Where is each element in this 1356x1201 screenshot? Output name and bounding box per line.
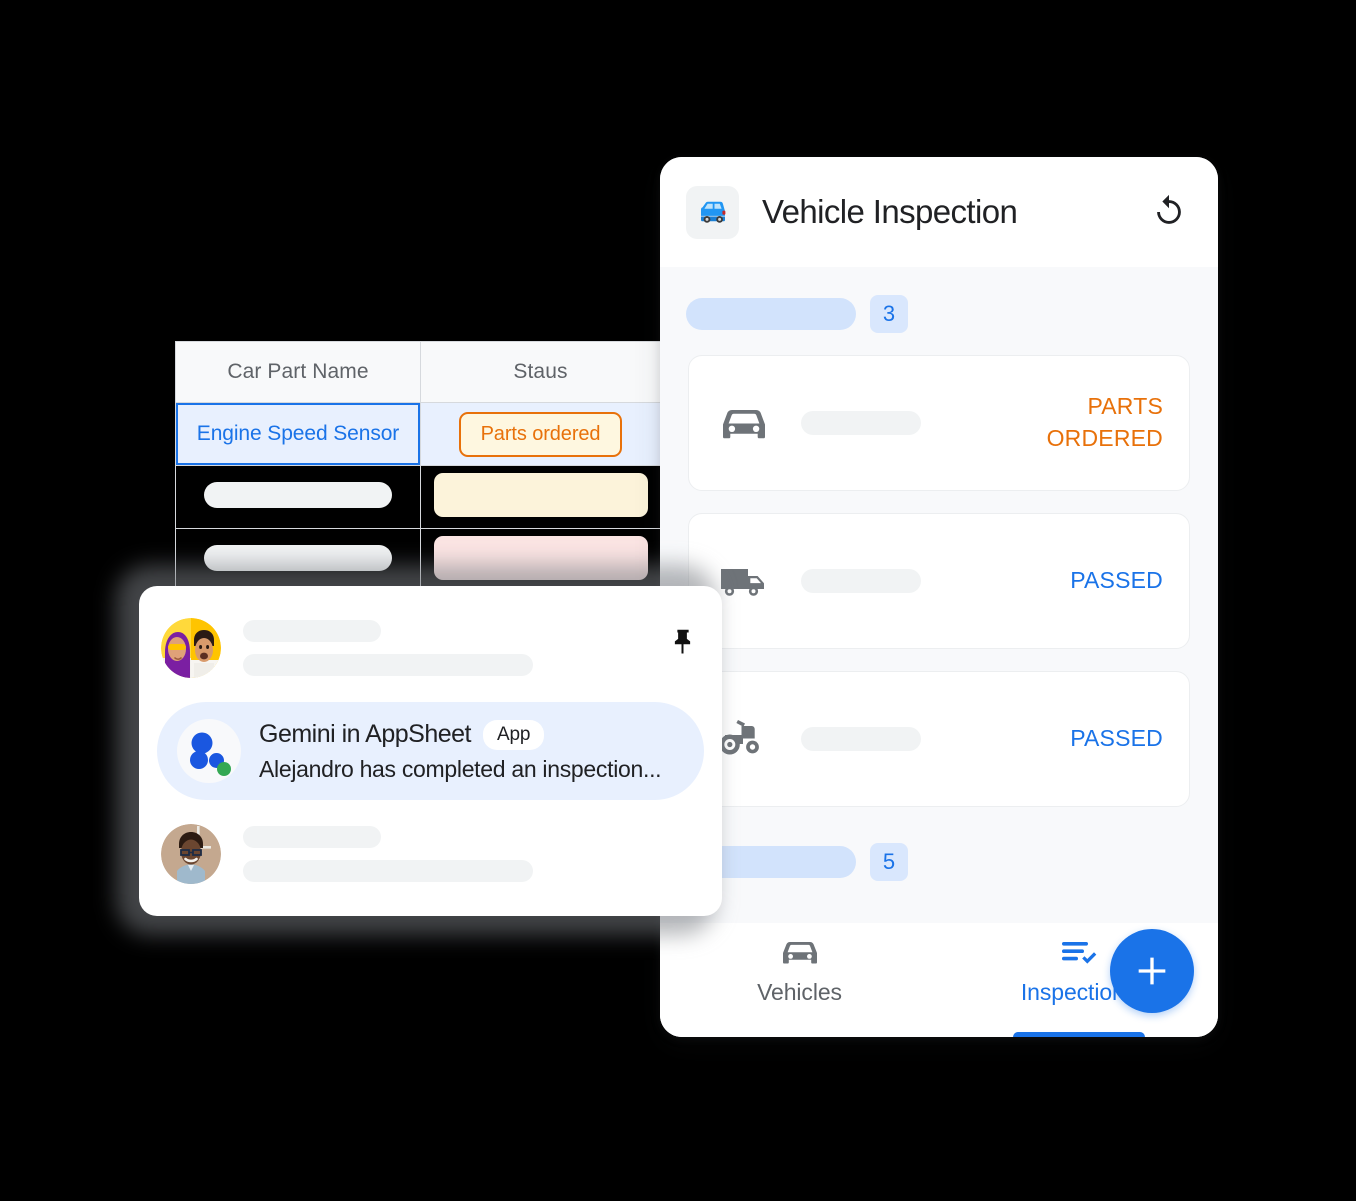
page-title: Vehicle Inspection [762, 193, 1018, 230]
group-label-placeholder [686, 298, 856, 330]
text-placeholder [204, 481, 392, 508]
column-header-car-part-name[interactable]: Car Part Name [175, 341, 421, 403]
app-body: 3 PARTS ORDERED PASSED PASSED 5 Vehicles… [660, 267, 1218, 1037]
chat-list-item[interactable] [139, 602, 722, 694]
pushpin-icon[interactable] [666, 624, 700, 658]
gemini-message-text: Gemini in AppSheet App Alejandro has com… [259, 719, 662, 783]
cell-status-parts-ordered[interactable]: Parts ordered [420, 402, 661, 466]
cell-value-engine-speed-sensor: Engine Speed Sensor [196, 422, 400, 445]
gemini-title-row: Gemini in AppSheet App [259, 719, 661, 750]
spreadsheet-table-card: Car Part Name Staus Engine Speed Sensor … [175, 341, 661, 592]
car-icon [715, 401, 777, 445]
status-line-1: PARTS [1087, 393, 1163, 420]
message-preview: Alejandro has completed an inspection... [259, 755, 662, 782]
table-row: Engine Speed Sensor Parts ordered [175, 402, 661, 466]
group-header-top: 3 [660, 267, 1218, 355]
plus-icon [1138, 957, 1166, 985]
avatar [161, 618, 221, 678]
active-tab-indicator [1012, 1032, 1145, 1037]
message-placeholder [243, 860, 533, 882]
group-count-badge: 3 [870, 295, 908, 333]
chat-list-item[interactable] [139, 808, 722, 900]
status-line-2: ORDERED [1046, 425, 1163, 451]
inspection-list-item[interactable]: PASSED [688, 671, 1190, 807]
sender-placeholder [243, 826, 381, 848]
avatar [161, 824, 221, 884]
item-title-placeholder [801, 411, 921, 435]
inspection-list-item[interactable]: PARTS ORDERED [688, 355, 1190, 491]
chat-text-placeholders [243, 620, 652, 676]
table-row [175, 465, 661, 529]
item-title-placeholder [801, 727, 921, 751]
group-header-bottom: 5 [660, 829, 1218, 881]
mobile-app-card: Vehicle Inspection 3 PARTS ORDERED PASSE… [660, 157, 1218, 1037]
chat-text-placeholders [243, 826, 700, 882]
status-chip-parts-ordered: Parts ordered [458, 411, 623, 457]
checklist-icon [1061, 942, 1096, 964]
add-inspection-fab[interactable] [1110, 929, 1194, 1013]
car-icon [782, 941, 817, 964]
status-badge: PASSED [1070, 725, 1163, 752]
table-header-row: Car Part Name Staus [175, 341, 661, 403]
gemini-message[interactable]: Gemini in AppSheet App Alejandro has com… [157, 702, 704, 800]
app-badge: App [482, 719, 545, 750]
item-title-placeholder [801, 569, 921, 593]
car-parts-table: Car Part Name Staus Engine Speed Sensor … [175, 341, 661, 592]
status-placeholder-warning [433, 472, 648, 517]
cell-status-placeholder[interactable] [420, 465, 661, 529]
message-sender: Gemini in AppSheet [259, 720, 471, 748]
tab-vehicles[interactable]: Vehicles [660, 937, 939, 1006]
tab-label-vehicles: Vehicles [757, 979, 842, 1005]
refresh-icon[interactable] [1148, 191, 1190, 233]
inspection-list-item[interactable]: PASSED [688, 513, 1190, 649]
message-placeholder [243, 654, 533, 676]
truck-icon [715, 559, 777, 603]
cell-car-part-name-selected[interactable]: Engine Speed Sensor [175, 402, 421, 466]
status-badge: PASSED [1070, 567, 1163, 594]
group-count-badge: 5 [870, 843, 908, 881]
app-header: Vehicle Inspection [660, 157, 1218, 267]
cell-car-part-name-placeholder[interactable] [175, 465, 421, 529]
blue-car-icon [686, 185, 739, 239]
gemini-logo-icon [177, 719, 241, 783]
column-header-status[interactable]: Staus [420, 341, 661, 403]
chat-card: Gemini in AppSheet App Alejandro has com… [139, 586, 722, 916]
status-badge: PARTS ORDERED [1047, 391, 1163, 454]
sender-placeholder [243, 620, 381, 642]
tractor-icon [715, 715, 777, 763]
